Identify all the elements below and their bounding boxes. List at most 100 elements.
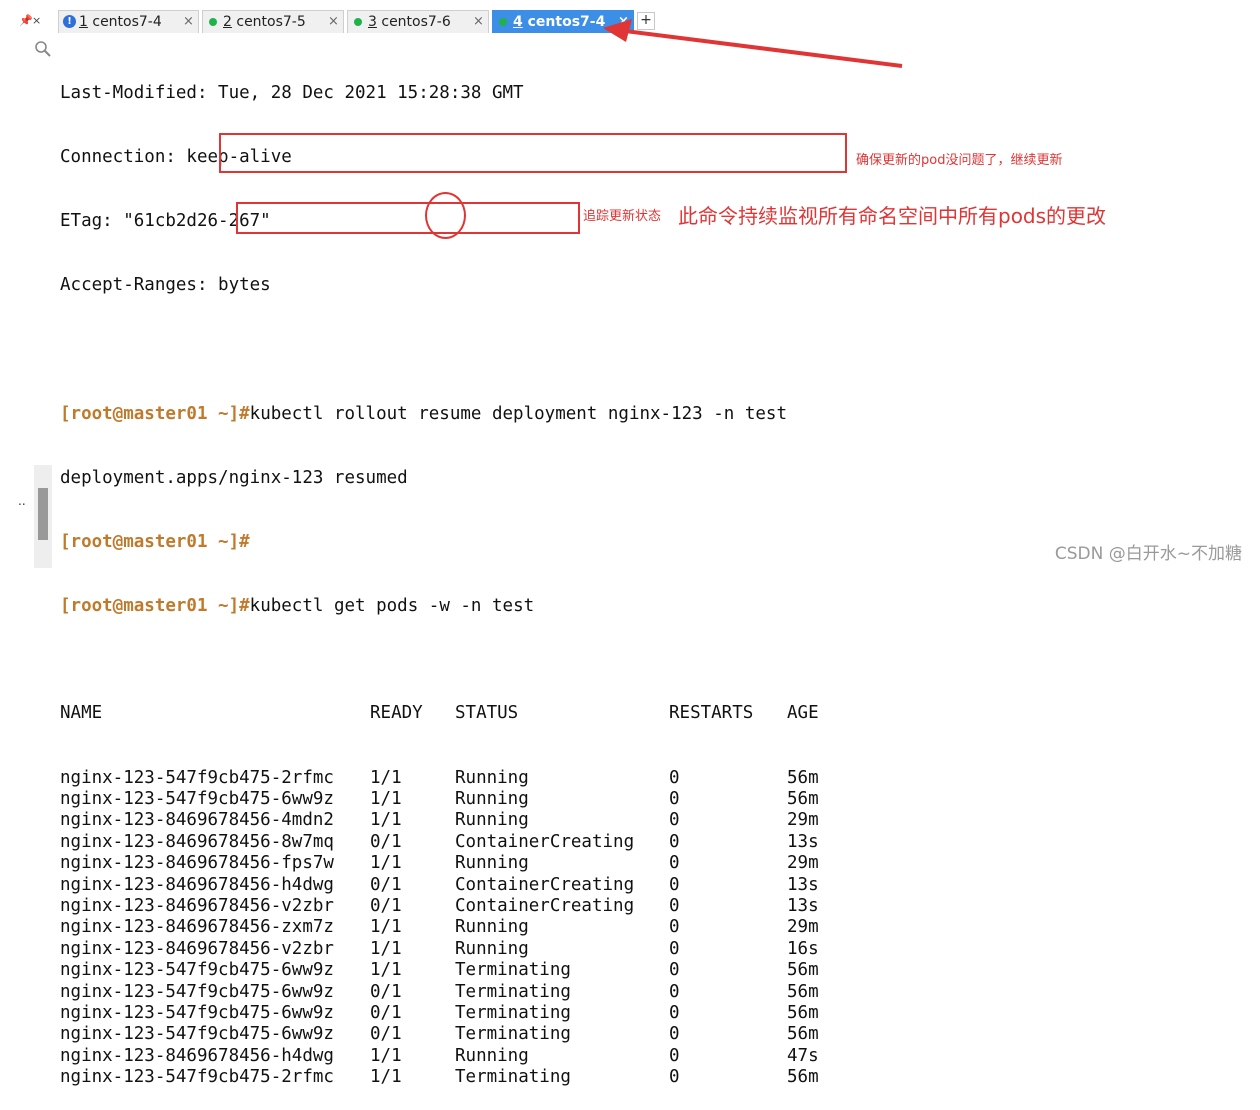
table-row: nginx-123-547f9cb475-6ww9z 1/1 Running 0 56m xyxy=(60,789,819,810)
table-cell: 29m xyxy=(787,853,819,874)
table-cell: 0 xyxy=(669,938,680,959)
table-cell: Running xyxy=(455,789,529,810)
table-cell: nginx-123-8469678456-v2zbr xyxy=(60,938,334,959)
watermark: CSDN @白开水~不加糖 xyxy=(1054,544,1242,564)
table-cell: nginx-123-547f9cb475-2rfmc xyxy=(60,1067,334,1088)
table-cell: nginx-123-547f9cb475-6ww9z xyxy=(60,1002,334,1023)
table-cell: 0 xyxy=(669,874,680,895)
table-cell: 0 xyxy=(669,981,680,1002)
table-cell: nginx-123-547f9cb475-6ww9z xyxy=(60,1024,334,1045)
command-line: [root@master01 ~]#kubectl get pods -w -n… xyxy=(60,596,787,617)
table-row: nginx-123-8469678456-h4dwg 0/1 ContainerCr… xyxy=(60,874,819,896)
table-cell: 29m xyxy=(787,917,819,938)
table-cell: 1/1 xyxy=(370,917,402,938)
table-cell: nginx-123-8469678456-4mdn2 xyxy=(60,810,334,831)
table-cell: 1/1 xyxy=(370,960,402,981)
table-cell: nginx-123-547f9cb475-2rfmc xyxy=(60,767,334,788)
table-cell: 0 xyxy=(669,1002,680,1023)
table-cell: Running xyxy=(455,853,529,874)
watch-flag: -w xyxy=(428,596,450,617)
table-header-row: NAME READY STATUS RESTARTS AGE xyxy=(60,703,819,724)
table-cell: 56m xyxy=(787,1024,819,1045)
table-cell: Running xyxy=(455,917,529,938)
table-cell: Running xyxy=(455,938,529,959)
table-cell: 47s xyxy=(787,1045,819,1066)
table-cell: nginx-123-8469678456-zxm7z xyxy=(60,917,334,938)
table-cell: Terminating xyxy=(455,1002,571,1023)
column-header: RESTARTS xyxy=(669,703,754,724)
table-row: nginx-123-8469678456-v2zbr 0/1 ContainerCr… xyxy=(60,896,819,917)
table-cell: Terminating xyxy=(455,960,571,981)
table-cell: ContainerCreating xyxy=(455,831,635,852)
table-cell: nginx-123-8469678456-h4dwg xyxy=(60,874,334,895)
table-row: nginx-123-8469678456-fps7w 1/1 Running 0 29m xyxy=(60,853,819,874)
table-cell: 0 xyxy=(669,810,680,831)
table-cell: 0 xyxy=(669,1067,680,1088)
column-header: NAME xyxy=(60,703,103,724)
table-cell: 0 xyxy=(669,1024,680,1045)
table-row: nginx-123-8469678456-8w7mq 0/1 ContainerCr… xyxy=(60,831,819,853)
table-cell: 56m xyxy=(787,1002,819,1023)
table-cell: 1/1 xyxy=(370,853,402,874)
table-cell: 0/1 xyxy=(370,896,402,916)
table-cell: 1/1 xyxy=(370,810,402,831)
table-cell: ContainerCreating xyxy=(455,874,635,895)
pods-table: NAME READY STATUS RESTARTS AGE nginx-123… xyxy=(60,661,819,1089)
table-cell: 56m xyxy=(787,960,819,981)
table-cell: 0/1 xyxy=(370,1024,402,1045)
table-cell: nginx-123-8469678456-8w7mq xyxy=(60,831,334,852)
table-cell: 16s xyxy=(787,938,819,959)
table-cell: Running xyxy=(455,810,529,831)
table-cell: Running xyxy=(455,1045,529,1066)
table-cell: 13s xyxy=(787,896,819,916)
table-cell: 1/1 xyxy=(370,1045,402,1066)
table-cell: nginx-123-8469678456-v2zbr xyxy=(60,896,334,916)
command-text: -n test xyxy=(449,596,535,617)
table-cell: 0/1 xyxy=(370,831,402,852)
table-cell: 13s xyxy=(787,831,819,852)
table-cell: Terminating xyxy=(455,981,571,1002)
table-row: nginx-123-8469678456-zxm7z 1/1 Running 0 29m xyxy=(60,917,819,938)
table-cell: nginx-123-8469678456-fps7w xyxy=(60,853,334,874)
table-cell: nginx-123-547f9cb475-6ww9z xyxy=(60,981,334,1002)
table-cell: 29m xyxy=(787,810,819,831)
table-cell: 13s xyxy=(787,874,819,895)
table-cell: 56m xyxy=(787,981,819,1002)
table-cell: 0 xyxy=(669,917,680,938)
table-row: nginx-123-8469678456-v2zbr 1/1 Running 0 16s xyxy=(60,938,819,960)
table-cell: 56m xyxy=(787,767,819,788)
table-cell: 1/1 xyxy=(370,1067,402,1088)
table-cell: 0/1 xyxy=(370,1002,402,1023)
table-cell: 56m xyxy=(787,1067,819,1088)
table-cell: 56m xyxy=(787,789,819,810)
command-text: kubectl get pods xyxy=(249,596,429,617)
table-cell: 1/1 xyxy=(370,938,402,959)
table-cell: 0 xyxy=(669,853,680,874)
table-row: nginx-123-8469678456-h4dwg 1/1 Running 0 47s xyxy=(60,1045,819,1067)
table-cell: 0 xyxy=(669,1045,680,1066)
table-row: nginx-123-547f9cb475-2rfmc 1/1 Running 0 56m xyxy=(60,767,819,789)
table-cell: nginx-123-8469678456-h4dwg xyxy=(60,1045,334,1066)
table-cell: 0/1 xyxy=(370,981,402,1002)
annotation-arrow xyxy=(603,19,903,68)
table-cell: 0 xyxy=(669,789,680,810)
table-cell: 1/1 xyxy=(370,767,402,788)
table-row: nginx-123-547f9cb475-2rfmc 1/1 Terminating… xyxy=(60,1067,819,1088)
table-cell: 1/1 xyxy=(370,789,402,810)
table-row: nginx-123-547f9cb475-6ww9z 1/1 Terminating… xyxy=(60,960,819,981)
table-cell: Running xyxy=(455,767,529,788)
table-cell: ContainerCreating xyxy=(455,896,635,916)
table-cell: nginx-123-547f9cb475-6ww9z xyxy=(60,789,334,810)
column-header: STATUS xyxy=(455,703,519,724)
shell-prompt: [root@master01 ~]# xyxy=(60,596,250,617)
table-cell: Terminating xyxy=(455,1024,571,1045)
table-cell: 0 xyxy=(669,896,680,916)
table-cell: 0/1 xyxy=(370,874,402,895)
table-cell: 0 xyxy=(669,767,680,788)
table-cell: Terminating xyxy=(455,1067,571,1088)
table-row: nginx-123-8469678456-4mdn2 1/1 Running 0 29m xyxy=(60,810,819,831)
table-cell: 0 xyxy=(669,831,680,852)
table-row: nginx-123-547f9cb475-6ww9z 0/1 Terminating… xyxy=(60,981,819,1003)
column-header: READY xyxy=(370,703,423,724)
table-row: nginx-123-547f9cb475-6ww9z 0/1 Terminating… xyxy=(60,1002,819,1024)
